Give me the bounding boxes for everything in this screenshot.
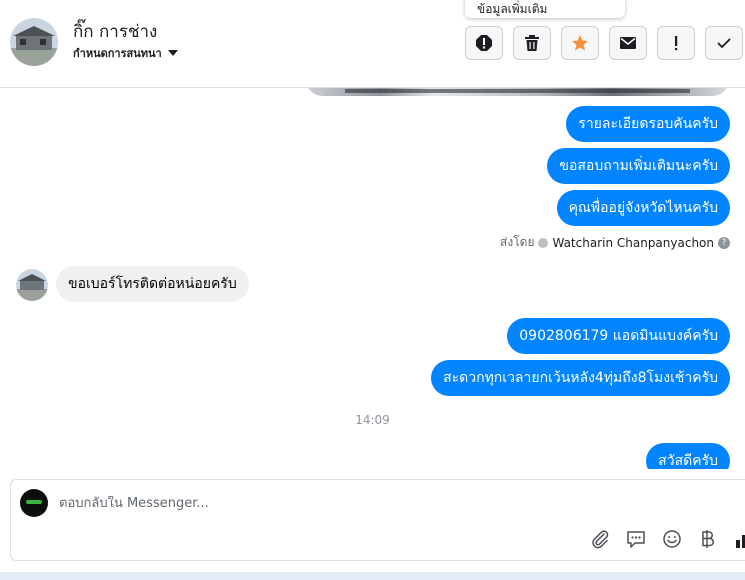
chart-icon	[736, 535, 745, 548]
baht-icon	[702, 530, 715, 548]
contact-name[interactable]: กิ๊ก การช่าง	[73, 18, 157, 45]
message-bubble[interactable]: สะดวกทุกเวลายกเว้นหลัง4ทุ่มถึง8โมงเช้าคร…	[431, 360, 730, 396]
message-bubble[interactable]: ขอสอบถามเพิ่มเติมนะครับ	[547, 148, 730, 184]
star-icon	[572, 35, 588, 51]
reply-composer	[10, 479, 745, 561]
mark-done-button[interactable]	[705, 26, 743, 60]
conversation-header: กิ๊ก การช่าง กำหนดการสนทนา ข้อมูลเพิ่มเต…	[0, 0, 745, 88]
mark-unread-button[interactable]	[609, 26, 647, 60]
conversation-toolbar	[465, 26, 743, 60]
paperclip-icon	[592, 530, 609, 549]
nickname-label: กำหนดการสนทนา	[73, 47, 162, 60]
page-footer-strip	[0, 572, 745, 580]
envelope-icon	[620, 37, 636, 49]
insights-button[interactable]	[733, 528, 745, 550]
set-nickname-dropdown[interactable]: กำหนดการสนทนา	[73, 44, 178, 62]
alert-icon	[476, 35, 492, 51]
message-bubble[interactable]: รายละเอียดรอบคันครับ	[566, 106, 730, 142]
delete-button[interactable]	[513, 26, 551, 60]
payment-button[interactable]	[697, 528, 719, 550]
sent-by-prefix: ส่งโดย	[500, 235, 535, 249]
saved-reply-icon	[627, 531, 645, 548]
sent-by-info: ส่งโดย Watcharin Chanpanyachon ?	[500, 233, 730, 252]
contact-avatar-small[interactable]	[16, 269, 48, 301]
page-logo	[20, 489, 48, 517]
trash-icon	[525, 35, 539, 51]
message-bubble[interactable]: คุณพื่ออยู่จังหวัดไหนครับ	[556, 190, 730, 226]
reply-input[interactable]	[59, 496, 659, 511]
contact-avatar[interactable]	[10, 18, 58, 66]
emoji-button[interactable]	[661, 528, 683, 550]
composer-tools	[589, 528, 745, 550]
tooltip: ข้อมูลเพิ่มเติม	[465, 0, 625, 18]
message-bubble[interactable]: 0902806179 แอดมินแบงค์ครับ	[507, 318, 730, 354]
mark-spam-button[interactable]	[465, 26, 503, 60]
verified-icon	[538, 237, 549, 248]
help-icon[interactable]: ?	[718, 236, 730, 249]
follow-up-button[interactable]	[657, 26, 695, 60]
saved-replies-button[interactable]	[625, 528, 647, 550]
attach-file-button[interactable]	[589, 528, 611, 550]
emoji-icon	[663, 530, 681, 548]
image-attachment[interactable]	[305, 88, 730, 96]
timestamp: 14:09	[355, 413, 390, 427]
check-icon	[717, 38, 731, 49]
caret-down-icon	[167, 50, 178, 56]
message-thread[interactable]: รายละเอียดรอบคันครับ ขอสอบถามเพิ่มเติมนะ…	[0, 88, 745, 469]
message-bubble[interactable]: ขอเบอร์โทรติดต่อหน่อยครับ	[56, 266, 249, 302]
sender-name[interactable]: Watcharin Chanpanyachon	[552, 236, 714, 250]
exclamation-icon	[675, 36, 678, 51]
message-bubble[interactable]: สวัสดีครับ	[646, 443, 730, 469]
star-button[interactable]	[561, 26, 599, 60]
